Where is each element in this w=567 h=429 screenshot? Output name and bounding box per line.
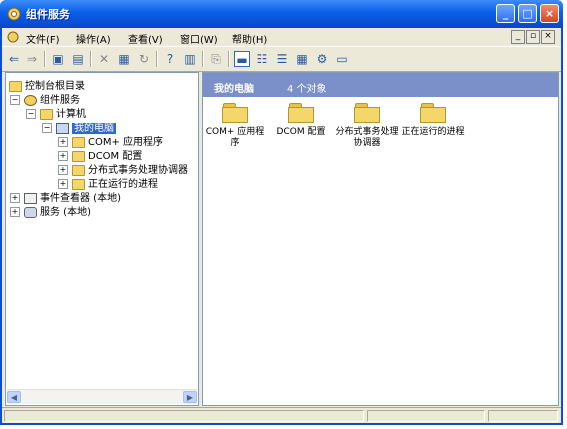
tree-item-services[interactable]: + 服务 (本地) xyxy=(10,203,91,218)
maximize-button[interactable]: □ xyxy=(518,4,537,23)
tree-item-dcom-config[interactable]: + DCOM 配置 xyxy=(58,147,142,162)
tree-item-console-root[interactable]: 控制台根目录 xyxy=(9,77,85,92)
menu-view[interactable]: 查看(V) xyxy=(128,31,163,46)
item-label: 正在运行的进程 xyxy=(401,127,465,137)
computer-icon[interactable]: ▭ xyxy=(334,51,350,67)
item-running-processes[interactable]: 正在运行的进程 xyxy=(401,103,465,138)
folder-icon xyxy=(40,108,53,120)
folder-icon xyxy=(288,103,314,123)
folder-icon xyxy=(420,103,446,123)
scroll-left-icon[interactable]: ◀ xyxy=(7,391,21,403)
tree-item-event-viewer[interactable]: + 事件查看器 (本地) xyxy=(10,189,121,204)
menu-action[interactable]: 操作(A) xyxy=(76,31,111,46)
folder-icon xyxy=(72,164,85,176)
scroll-right-icon[interactable]: ▶ xyxy=(183,391,197,403)
toolbar: ⇐ ⇒ ▣ ▤ ✕ ▦ ↻ ? ▥ ⎘ ▬ ☷ ☰ ▦ ⚙ ▭ xyxy=(2,46,561,72)
status-cell-secondary xyxy=(367,410,485,422)
folder-icon xyxy=(72,150,85,162)
folder-icon xyxy=(72,178,85,190)
details-header: 我的电脑 4 个对象 xyxy=(203,73,558,97)
tree-item-com-apps[interactable]: + COM+ 应用程序 xyxy=(58,133,163,148)
close-button[interactable]: × xyxy=(540,4,559,23)
help-icon[interactable]: ? xyxy=(162,51,178,67)
collapse-icon[interactable]: − xyxy=(10,95,20,105)
component-services-icon xyxy=(7,7,21,21)
mdi-minimize-button[interactable]: _ xyxy=(511,30,525,44)
expand-icon[interactable]: + xyxy=(10,193,20,203)
main-window: 组件服务 _ □ × 文件(F) 操作(A) 查看(V) 窗口(W) 帮助(H)… xyxy=(0,0,563,425)
folder-icon xyxy=(354,103,380,123)
item-dcom-config[interactable]: DCOM 配置 xyxy=(269,103,333,138)
tree-item-label: 服务 (本地) xyxy=(40,207,91,218)
mdi-close-button[interactable]: × xyxy=(541,30,555,44)
tree-item-running-processes[interactable]: + 正在运行的进程 xyxy=(58,175,158,190)
folder-icon xyxy=(222,103,248,123)
new-window-icon[interactable]: ⎘ xyxy=(208,51,224,67)
back-arrow-icon[interactable]: ⇐ xyxy=(6,51,22,67)
expand-icon[interactable]: + xyxy=(10,207,20,217)
large-icons-view-icon[interactable]: ▬ xyxy=(234,51,250,67)
status-cell-main xyxy=(4,410,364,422)
show-hide-tree-icon[interactable]: ▤ xyxy=(70,51,86,67)
expand-icon[interactable]: + xyxy=(58,151,68,161)
up-folder-icon[interactable]: ▣ xyxy=(50,51,66,67)
console-icon[interactable] xyxy=(6,30,20,44)
tree-item-component-services[interactable]: − 组件服务 xyxy=(10,91,80,106)
details-title: 我的电脑 xyxy=(214,84,254,95)
component-services-icon xyxy=(24,94,37,106)
forward-arrow-icon[interactable]: ⇒ xyxy=(24,51,40,67)
computer-icon xyxy=(56,122,69,134)
event-viewer-icon xyxy=(24,192,37,204)
list-view-icon[interactable]: ☰ xyxy=(274,51,290,67)
menu-window[interactable]: 窗口(W) xyxy=(180,31,218,46)
collapse-icon[interactable]: − xyxy=(42,123,52,133)
expand-icon[interactable]: + xyxy=(58,179,68,189)
item-dtc[interactable]: 分布式事务处理协调器 xyxy=(335,103,399,149)
details-pane: 我的电脑 4 个对象 COM+ 应用程序 DCOM 配置 分布式事务处理协调器 … xyxy=(202,72,559,406)
object-count: 4 个对象 xyxy=(287,84,327,95)
properties-icon[interactable]: ▦ xyxy=(116,51,132,67)
delete-icon[interactable]: ✕ xyxy=(96,51,112,67)
item-label: DCOM 配置 xyxy=(276,127,326,137)
menu-bar: 文件(F) 操作(A) 查看(V) 窗口(W) 帮助(H) _ ▫ × xyxy=(2,28,561,46)
refresh-icon[interactable]: ↻ xyxy=(136,51,152,67)
component-icon[interactable]: ⚙ xyxy=(314,51,330,67)
mdi-controls: _ ▫ × xyxy=(510,30,555,44)
folder-icon xyxy=(72,136,85,148)
tree-item-dtc[interactable]: + 分布式事务处理协调器 xyxy=(58,161,188,176)
status-cell-tertiary xyxy=(488,410,558,422)
expand-icon[interactable]: + xyxy=(58,165,68,175)
console-window-icon[interactable]: ▥ xyxy=(182,51,198,67)
mdi-restore-button[interactable]: ▫ xyxy=(526,30,540,44)
folder-icon xyxy=(9,80,22,92)
tree-item-my-computer[interactable]: − 我的电脑 xyxy=(42,119,116,134)
expand-icon[interactable]: + xyxy=(58,137,68,147)
tree-item-computers[interactable]: − 计算机 xyxy=(26,105,86,120)
title-bar[interactable]: 组件服务 _ □ × xyxy=(0,0,563,28)
minimize-button[interactable]: _ xyxy=(496,4,515,23)
item-label: COM+ 应用程序 xyxy=(205,127,265,148)
item-label: 分布式事务处理协调器 xyxy=(335,127,399,148)
collapse-icon[interactable]: − xyxy=(26,109,36,119)
status-bar xyxy=(2,407,561,424)
menu-file[interactable]: 文件(F) xyxy=(26,31,60,46)
tree-horizontal-scrollbar[interactable]: ◀ ▶ xyxy=(7,389,197,404)
window-title: 组件服务 xyxy=(26,8,70,21)
services-icon xyxy=(24,206,37,218)
details-view-icon[interactable]: ▦ xyxy=(294,51,310,67)
small-icons-view-icon[interactable]: ☷ xyxy=(254,51,270,67)
item-com-apps[interactable]: COM+ 应用程序 xyxy=(203,103,267,149)
menu-help[interactable]: 帮助(H) xyxy=(232,31,267,46)
console-tree: 控制台根目录 − 组件服务 − 计算机 − 我的电脑 + COM+ 应用程序 + DCOM… xyxy=(5,72,199,406)
